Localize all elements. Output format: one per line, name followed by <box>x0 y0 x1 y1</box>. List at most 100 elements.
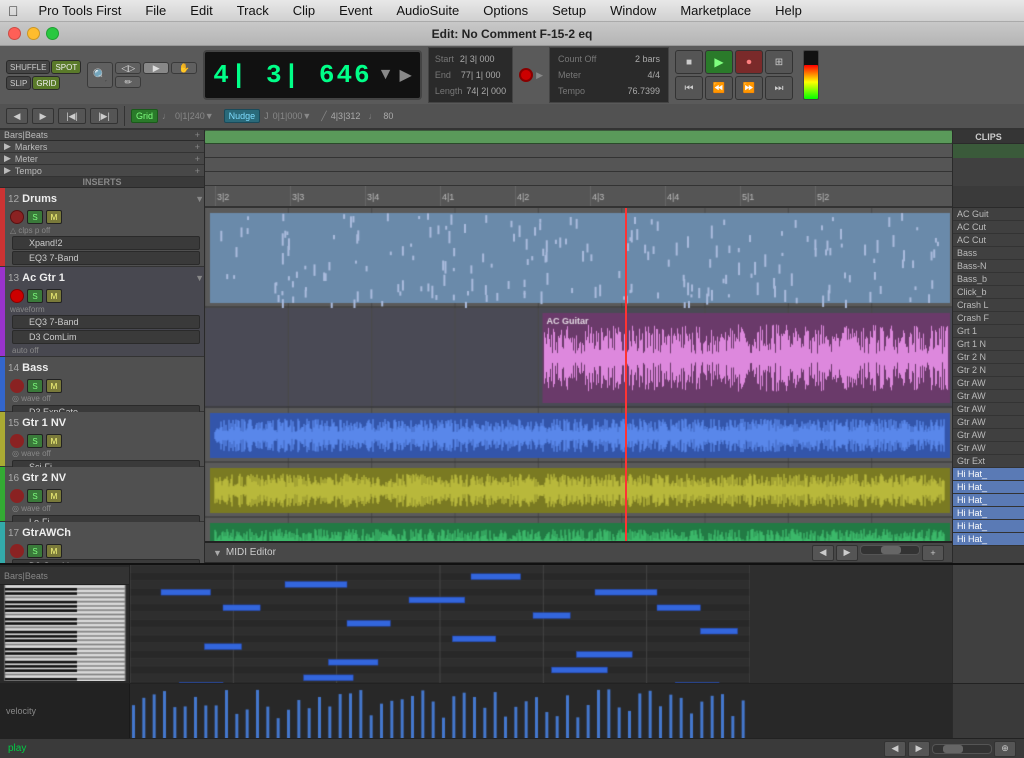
clip-item-20[interactable]: Hi Hat_ <box>953 468 1024 481</box>
drums-insert-1[interactable]: Xpand!2 <box>12 236 200 250</box>
minimize-button[interactable] <box>27 27 40 40</box>
gtr1-solo[interactable]: S <box>27 434 43 448</box>
bass-mute[interactable]: M <box>46 379 62 393</box>
acgtr-rec-btn[interactable] <box>10 289 24 303</box>
shuffle-button[interactable]: SHUFFLE <box>6 60 50 74</box>
menu-track[interactable]: Track <box>233 1 273 20</box>
drums-mute[interactable]: M <box>46 210 62 224</box>
track-name-acgtr[interactable]: Ac Gtr 1 <box>22 272 65 284</box>
clip-item-1[interactable]: AC Cut <box>953 221 1024 234</box>
clip-item-13[interactable]: Gtr AW <box>953 377 1024 390</box>
clip-item-14[interactable]: Gtr AW <box>953 390 1024 403</box>
midi-expand[interactable]: + <box>922 545 944 561</box>
gtrAW-rec-btn[interactable] <box>10 544 24 558</box>
acgtr-solo[interactable]: S <box>27 289 43 303</box>
midi-scroll-right[interactable]: ▶ <box>836 545 858 561</box>
menu-event[interactable]: Event <box>335 1 376 20</box>
gtr2-solo[interactable]: S <box>27 489 43 503</box>
nudge-fwd[interactable]: |▶| <box>90 108 118 124</box>
clip-item-6[interactable]: Click_b <box>953 286 1024 299</box>
menu-audiosuite[interactable]: AudioSuite <box>392 1 463 20</box>
slip-button[interactable]: SLIP <box>6 76 31 90</box>
clip-item-12[interactable]: Gtr 2 N <box>953 364 1024 377</box>
gtr2-rec-btn[interactable] <box>10 489 24 503</box>
clip-item-25[interactable]: Hi Hat_ <box>953 533 1024 546</box>
clip-item-11[interactable]: Gtr 2 N <box>953 351 1024 364</box>
acgtr-insert-1[interactable]: EQ3 7-Band <box>12 315 200 329</box>
drums-rec-btn[interactable] <box>10 210 24 224</box>
transport-extra[interactable]: ⊞ <box>765 50 793 74</box>
track-name-gtrAW[interactable]: GtrAWCh <box>22 527 71 539</box>
maximize-button[interactable] <box>46 27 59 40</box>
transport-play[interactable]: ▶ <box>705 50 733 74</box>
tracks-main-canvas[interactable] <box>205 208 952 541</box>
clip-item-21[interactable]: Hi Hat_ <box>953 481 1024 494</box>
transport-prev[interactable]: ⏪ <box>705 76 733 100</box>
clip-item-8[interactable]: Crash F <box>953 312 1024 325</box>
menu-window[interactable]: Window <box>606 1 660 20</box>
back-btn[interactable]: ◀ <box>6 108 28 124</box>
menu-help[interactable]: Help <box>771 1 806 20</box>
track-name-bass[interactable]: Bass <box>22 362 48 374</box>
clip-item-15[interactable]: Gtr AW <box>953 403 1024 416</box>
clip-item-7[interactable]: Crash L <box>953 299 1024 312</box>
acgtr-insert-2[interactable]: D3 ComLim <box>12 330 200 344</box>
forward-btn[interactable]: ▶ <box>32 108 54 124</box>
bottom-scrollbar[interactable] <box>932 744 992 754</box>
clip-item-22[interactable]: Hi Hat_ <box>953 494 1024 507</box>
clip-item-0[interactable]: AC Guit <box>953 208 1024 221</box>
midi-bottom-scroll-right[interactable]: ▶ <box>908 741 930 757</box>
play-button[interactable]: play <box>8 743 26 754</box>
acgtr-mute[interactable]: M <box>46 289 62 303</box>
grabber-tool[interactable]: ✋ <box>171 62 197 74</box>
nudge-back[interactable]: |◀| <box>58 108 86 124</box>
transport-next[interactable]: ⏩ <box>735 76 763 100</box>
trim-tool[interactable]: ◁▷ <box>115 62 141 74</box>
gtr1-mute[interactable]: M <box>46 434 62 448</box>
transport-record[interactable]: ⏺ <box>735 50 763 74</box>
tracks-canvas-area[interactable] <box>205 208 952 541</box>
track-name-drums[interactable]: Drums <box>22 193 57 205</box>
menu-options[interactable]: Options <box>479 1 532 20</box>
clip-item-18[interactable]: Gtr AW <box>953 442 1024 455</box>
midi-scroll-left[interactable]: ◀ <box>812 545 834 561</box>
clip-item-2[interactable]: AC Cut <box>953 234 1024 247</box>
menu-clip[interactable]: Clip <box>289 1 319 20</box>
apple-menu[interactable]:  <box>8 3 19 19</box>
gtrAW-solo[interactable]: S <box>27 544 43 558</box>
clip-item-4[interactable]: Bass-N <box>953 260 1024 273</box>
clip-item-10[interactable]: Grt 1 N <box>953 338 1024 351</box>
menu-edit[interactable]: Edit <box>186 1 216 20</box>
menu-marketplace[interactable]: Marketplace <box>676 1 755 20</box>
bass-solo[interactable]: S <box>27 379 43 393</box>
clip-item-16[interactable]: Gtr AW <box>953 416 1024 429</box>
track-name-gtr2[interactable]: Gtr 2 NV <box>22 472 66 484</box>
transport-rewind[interactable]: ⏮ <box>675 76 703 100</box>
menu-setup[interactable]: Setup <box>548 1 590 20</box>
menu-file[interactable]: File <box>141 1 170 20</box>
midi-bottom-expand[interactable]: ⊕ <box>994 741 1016 757</box>
midi-notes-canvas[interactable] <box>130 565 750 683</box>
spot-button[interactable]: SPOT <box>51 60 81 74</box>
clip-item-24[interactable]: Hi Hat_ <box>953 520 1024 533</box>
close-button[interactable] <box>8 27 21 40</box>
clip-item-5[interactable]: Bass_b <box>953 273 1024 286</box>
clip-item-3[interactable]: Bass <box>953 247 1024 260</box>
midi-grid[interactable] <box>130 565 952 683</box>
drums-insert-2[interactable]: EQ3 7-Band <box>12 251 200 265</box>
grid-button[interactable]: GRID <box>32 76 60 90</box>
gtr1-rec-btn[interactable] <box>10 434 24 448</box>
gtr2-mute[interactable]: M <box>46 489 62 503</box>
zoom-tool[interactable]: 🔍 <box>87 62 113 88</box>
gtrAW-mute[interactable]: M <box>46 544 62 558</box>
bass-rec-btn[interactable] <box>10 379 24 393</box>
transport-stop[interactable]: ■ <box>675 50 703 74</box>
midi-scrollbar[interactable] <box>860 545 920 555</box>
transport-end[interactable]: ⏭ <box>765 76 793 100</box>
drums-solo[interactable]: S <box>27 210 43 224</box>
clip-item-19[interactable]: Gtr Ext <box>953 455 1024 468</box>
clip-item-17[interactable]: Gtr AW <box>953 429 1024 442</box>
menu-pro-tools[interactable]: Pro Tools First <box>35 1 126 20</box>
pencil-tool[interactable]: ✏ <box>115 76 141 88</box>
track-name-gtr1[interactable]: Gtr 1 NV <box>22 417 66 429</box>
